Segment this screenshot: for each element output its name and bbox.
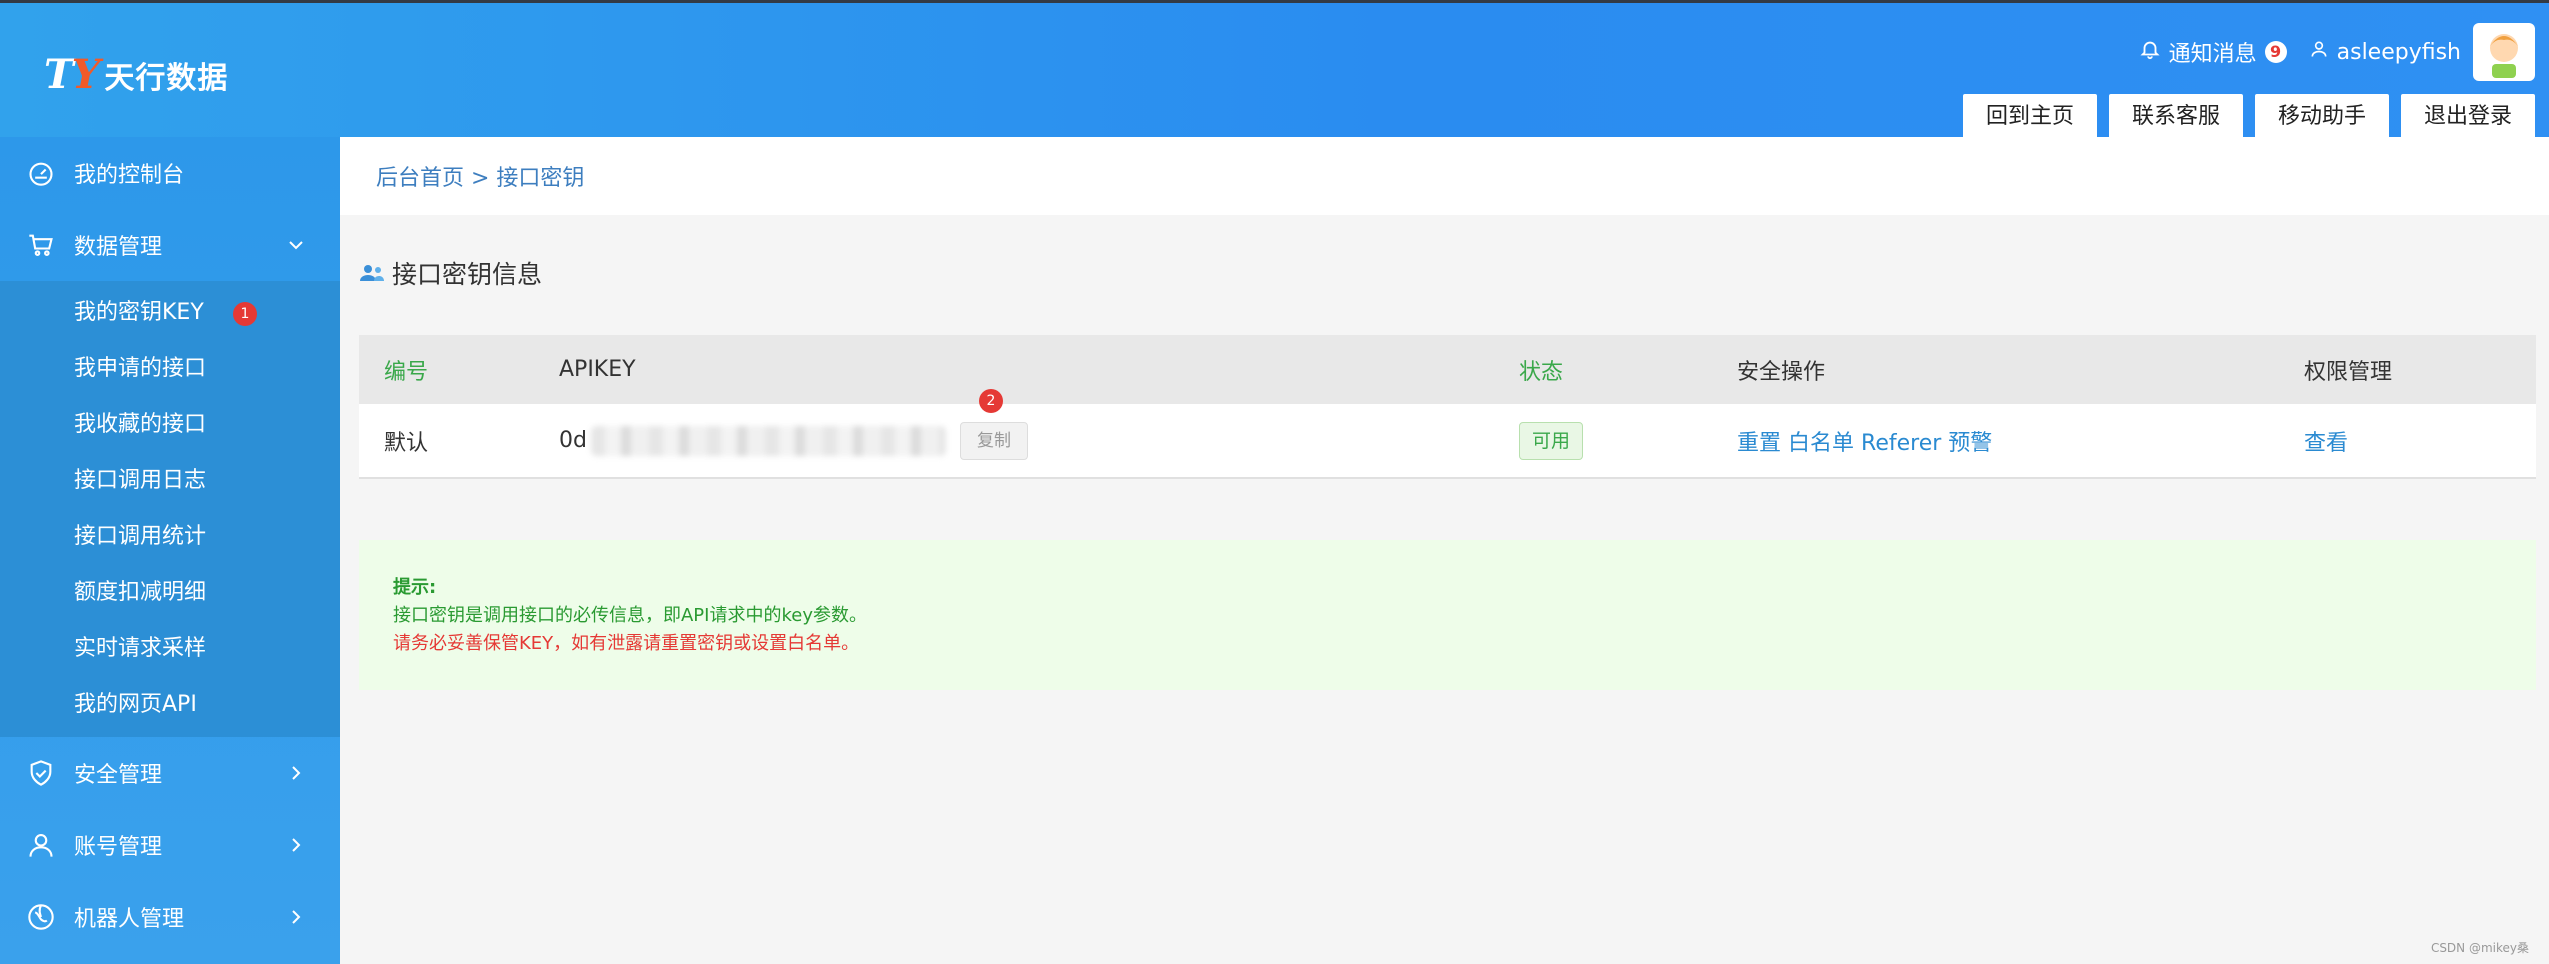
sidebar-item-label: 账号管理 [74,835,163,860]
submenu-web-api[interactable]: 我的网页API [0,677,340,733]
user-icon [2309,39,2337,65]
view-permissions-link[interactable]: 查看 [2304,425,2348,457]
bell-icon [2139,38,2169,66]
whitelist-link[interactable]: 白名单 [1788,431,1854,456]
breadcrumb-text[interactable]: 后台首页 > 接口密钥 [376,160,584,192]
data-management-submenu: 我的密钥KEY 1 我申请的接口 我收藏的接口 接口调用日志 接口调用统计 额度… [0,281,340,737]
sidebar: 我的控制台 数据管理 我的密钥KEY 1 我申请的接口 我收藏的接口 接口调用日… [0,137,340,964]
security-actions: 重置 白名单 Referer 预警 [1737,425,1992,457]
user-menu[interactable]: asleepyfish [2309,39,2461,65]
sidebar-item-console[interactable]: 我的控制台 [0,137,340,209]
chevron-right-icon [292,766,301,780]
chevron-right-icon [292,910,301,924]
table-row: 默认 0d 复制 2 可用 重置 白名单 Referer 预警 查看 [359,388,2536,477]
logo-text: 天行数据 [104,60,229,96]
robot-icon [26,902,56,932]
submenu-call-log[interactable]: 接口调用日志 [0,453,340,509]
api-key-table: 编号 APIKEY 状态 安全操作 权限管理 默认 0d 复制 2 可用 重置 白名… [359,335,2536,479]
chevron-down-icon [289,241,303,250]
copy-badge: 2 [978,388,1003,413]
user-icon [26,830,56,860]
column-header-apikey: APIKEY [559,357,636,382]
reset-key-link[interactable]: 重置 [1737,431,1781,456]
sidebar-item-label: 安全管理 [74,763,163,788]
page-title-text: 接口密钥信息 [392,260,543,289]
submenu-applied-apis[interactable]: 我申请的接口 [0,341,340,397]
logout-button[interactable]: 退出登录 [2400,94,2535,140]
sidebar-item-label: 机器人管理 [74,907,185,932]
sidebar-item-label: 我的控制台 [74,163,185,188]
status-cell: 可用 [1519,421,1584,460]
copy-button[interactable]: 复制 2 [959,388,1028,460]
header-buttons: 回到主页 联系客服 移动助手 退出登录 [1951,94,2535,140]
tip-info-text: 接口密钥是调用接口的必传信息，即API请求中的key参数。 [393,605,867,626]
shield-icon [26,758,56,788]
dashboard-icon [26,158,56,188]
sidebar-item-account[interactable]: 账号管理 [0,809,340,881]
notification-count-badge: 9 [2264,41,2287,63]
sidebar-item-label: 数据管理 [74,235,163,260]
column-header-status: 状态 [1519,359,1564,385]
submenu-call-stats[interactable]: 接口调用统计 [0,509,340,565]
api-key-cell: 0d 复制 2 [559,388,1028,460]
logo[interactable]: TY 天行数据 [44,51,228,98]
column-header-permissions: 权限管理 [2304,359,2393,385]
tip-box: 提示: 接口密钥是调用接口的必传信息，即API请求中的key参数。 请务必妥善保… [359,540,2536,690]
notification-link[interactable]: 通知消息 9 [2139,36,2287,68]
key-id: 默认 [384,430,429,456]
submenu-label: 我的密钥KEY [74,300,204,325]
key-count-badge: 1 [233,302,257,326]
avatar[interactable] [2473,23,2535,81]
chevron-right-icon [292,838,301,852]
submenu-quota-details[interactable]: 额度扣减明细 [0,565,340,621]
page-title: 接口密钥信息 [358,255,542,291]
notification-label: 通知消息 [2168,42,2257,67]
mobile-assistant-button[interactable]: 移动助手 [2254,94,2389,140]
watermark: CSDN @mikey桑 [2430,941,2529,955]
referer-link[interactable]: Referer [1861,431,1941,456]
users-icon [360,265,384,281]
sidebar-item-data-management[interactable]: 数据管理 [0,209,340,281]
submenu-favorite-apis[interactable]: 我收藏的接口 [0,397,340,453]
api-key-masked [590,425,946,456]
tip-warning-text: 请务必妥善保管KEY，如有泄露请重置密钥或设置白名单。 [393,633,860,654]
submenu-request-sampling[interactable]: 实时请求采样 [0,621,340,677]
header-right: 通知消息 9 asleepyfish [2139,23,2549,81]
submenu-my-key[interactable]: 我的密钥KEY 1 [0,285,340,341]
username: asleepyfish [2336,39,2461,65]
status-badge: 可用 [1519,421,1584,460]
contact-support-button[interactable]: 联系客服 [2108,94,2243,140]
tip-title: 提示: [393,577,437,598]
column-header-security: 安全操作 [1737,359,1826,385]
alert-link[interactable]: 预警 [1948,431,1992,456]
api-key-prefix: 0d [559,427,587,453]
home-button[interactable]: 回到主页 [1962,94,2097,140]
cart-icon [26,230,56,260]
column-header-id: 编号 [384,359,429,385]
top-header: TY 天行数据 通知消息 9 asleepyfish 回到主页 联系客服 移动助… [0,0,2549,140]
breadcrumb: 后台首页 > 接口密钥 [340,137,2549,215]
logo-mark: TY [44,51,100,98]
sidebar-item-security[interactable]: 安全管理 [0,737,340,809]
copy-button-label: 复制 [976,430,1011,451]
table-header: 编号 APIKEY 状态 安全操作 权限管理 [359,335,2536,404]
sidebar-item-robot[interactable]: 机器人管理 [0,881,340,953]
